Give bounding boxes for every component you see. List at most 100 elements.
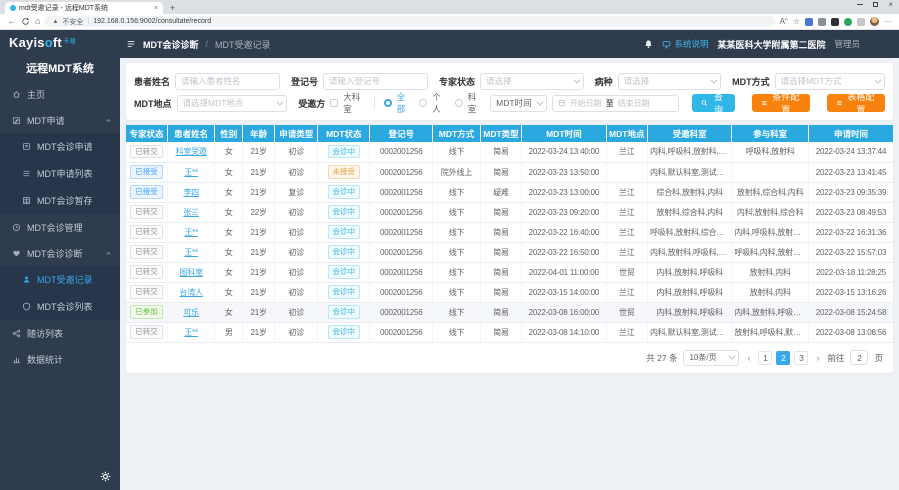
register-no-label: 登记号: [291, 75, 318, 88]
reader-mode-icon[interactable]: Aʺ: [780, 17, 788, 26]
cell-mdt-type: 简易: [480, 222, 521, 242]
invitee-label: 受邀方: [298, 97, 325, 110]
clock-icon: [12, 223, 21, 232]
cell-mdt-type: 简易: [480, 202, 521, 222]
patient-name-link[interactable]: 李四: [183, 188, 199, 197]
page-button[interactable]: 2: [776, 351, 790, 365]
patient-name-link[interactable]: 王**: [184, 328, 198, 337]
invitee-radio-dept[interactable]: [455, 99, 463, 107]
cell-mdt-type: 简易: [480, 282, 521, 302]
cell-mdt-time: 2022-03-22 16:50:00: [522, 242, 606, 262]
home-icon[interactable]: ⌂: [35, 17, 40, 26]
sidebar-group-mdt-apply[interactable]: MDT申请: [0, 107, 120, 133]
sidebar-item-home[interactable]: 主页: [0, 81, 120, 107]
extension-icon[interactable]: [805, 18, 813, 26]
sidebar-item-mdt-consult-draft[interactable]: MDT会诊暂存: [0, 187, 120, 214]
tab-close-icon[interactable]: ×: [154, 5, 158, 12]
column-header: MDT状态: [318, 125, 370, 142]
mdt-status-badge: 会诊中: [328, 325, 361, 338]
expert-status-select[interactable]: 请选择: [480, 73, 584, 90]
sidebar-item-mdt-invited-records[interactable]: MDT受邀记录: [0, 266, 120, 293]
settings-gear-icon[interactable]: [100, 471, 111, 482]
patient-name-link[interactable]: 张三: [183, 208, 199, 217]
extension-icon[interactable]: [831, 18, 839, 26]
share-icon: [12, 329, 21, 338]
browser-tab[interactable]: mdt受邀记录 - 远程MDT系统 ×: [5, 2, 163, 14]
user-avatar[interactable]: [869, 35, 887, 53]
sidebar-item-mdt-apply-list[interactable]: MDT申请列表: [0, 160, 120, 187]
next-page-icon[interactable]: ›: [814, 353, 821, 363]
sidebar-item-mdt-consult-list[interactable]: MDT会诊列表: [0, 293, 120, 320]
mdt-mode-select[interactable]: 请选择MDT方式: [775, 73, 885, 90]
favorite-star-icon[interactable]: ☆: [793, 17, 800, 26]
search-button[interactable]: 查询: [692, 94, 735, 112]
column-header: 专家状态: [126, 125, 167, 142]
cell-mdt-location: 世贸: [606, 302, 647, 322]
page-button[interactable]: 3: [794, 351, 808, 365]
chevron-up-icon: [105, 117, 112, 124]
records-table-card: 专家状态 患者姓名 性别 年龄 申请类型 MDT状态 登记号 MDT方式 MDT…: [126, 125, 893, 373]
end-date-placeholder: 结束日期: [618, 98, 650, 109]
disease-select[interactable]: 请选择: [618, 73, 722, 90]
collapse-menu-icon[interactable]: [126, 39, 136, 49]
patient-name-link[interactable]: 科室受邀: [176, 147, 207, 156]
browser-profile-avatar[interactable]: [870, 17, 879, 26]
invitee-radio-personal[interactable]: [419, 99, 427, 107]
sidebar-item-followup-list[interactable]: 随访列表: [0, 320, 120, 346]
extension-icon[interactable]: [857, 18, 865, 26]
expert-status-badge: 已参加: [130, 305, 163, 318]
cell-mdt-mode: 线下: [433, 142, 481, 162]
invitee-radio-all[interactable]: [384, 99, 392, 107]
window-maximize-icon[interactable]: [873, 2, 878, 7]
patient-name-link[interactable]: 王**: [184, 228, 198, 237]
column-header: MDT地点: [606, 125, 647, 142]
patient-name-link[interactable]: 可乐: [183, 308, 199, 317]
condition-config-button[interactable]: 条件配置: [752, 94, 810, 112]
cell-mdt-type: 简易: [480, 262, 521, 282]
page-button[interactable]: 1: [758, 351, 772, 365]
cell-apply-time: 2022-03-15 13:16:26: [809, 282, 894, 302]
register-no-input[interactable]: [323, 73, 428, 90]
extension-icon[interactable]: [818, 18, 826, 26]
extension-icon[interactable]: [844, 18, 852, 26]
mdt-status-badge: 会诊中: [328, 185, 361, 198]
cell-joined-depts: 内科,放射科,呼吸科,测试科室: [732, 302, 809, 322]
prev-page-icon[interactable]: ‹: [745, 353, 752, 363]
table-config-button[interactable]: 表格配置: [827, 94, 885, 112]
sidebar-group-mdt-diagnosis[interactable]: MDT会诊诊断: [0, 240, 120, 266]
breadcrumb-parent[interactable]: MDT会诊诊断: [143, 38, 199, 51]
cell-mdt-time: 2022-03-24 13:40:00: [522, 142, 606, 162]
sidebar-item-mdt-consult-apply[interactable]: MDT会诊申请: [0, 133, 120, 160]
cell-invited-depts: 内科,呼吸科,放射科,综合科: [647, 142, 731, 162]
patient-name-link[interactable]: 王**: [184, 248, 198, 257]
system-help-link[interactable]: 系统说明: [662, 38, 708, 50]
patient-name-label: 患者姓名: [134, 75, 170, 88]
tab-favicon: [10, 5, 16, 11]
bar-chart-icon: [12, 355, 21, 364]
reload-icon[interactable]: [21, 17, 30, 26]
browser-menu-icon[interactable]: ···: [884, 17, 892, 26]
notification-bell-icon[interactable]: [644, 39, 653, 49]
new-tab-button[interactable]: +: [170, 3, 175, 14]
date-range-picker[interactable]: 开始日期 至 结束日期: [552, 95, 680, 112]
window-minimize-icon[interactable]: [857, 4, 863, 5]
chevron-down-icon: [710, 76, 717, 83]
mdt-location-select[interactable]: 请选择MDT地点: [177, 95, 288, 112]
patient-name-link[interactable]: 台湾人: [179, 288, 202, 297]
page-size-select[interactable]: 10条/页: [683, 350, 739, 366]
big-dept-checkbox[interactable]: [330, 99, 338, 107]
patient-name-link[interactable]: 王**: [184, 168, 198, 177]
app-logo: Kayisoft 卡易: [0, 30, 120, 58]
back-icon[interactable]: ←: [7, 17, 16, 26]
time-type-select[interactable]: MDT时间: [490, 95, 546, 112]
table-row: 已转交 王** 女 21岁 初诊 会诊中 0002001256 线下 简易 20…: [126, 242, 893, 262]
cell-register-no: 0002001256: [370, 262, 433, 282]
goto-page-input[interactable]: [850, 350, 868, 365]
patient-name-link[interactable]: 图科室: [179, 268, 202, 277]
sidebar-item-statistics[interactable]: 数据统计: [0, 346, 120, 372]
window-close-icon[interactable]: ×: [888, 2, 893, 7]
url-field[interactable]: ▲ 不安全 | 192.168.0.156:9002/consultate/re…: [45, 16, 774, 27]
sidebar-item-mdt-manage[interactable]: MDT会诊管理: [0, 214, 120, 240]
cell-mdt-time: 2022-03-22 16:40:00: [522, 222, 606, 242]
patient-name-input[interactable]: [175, 73, 280, 90]
